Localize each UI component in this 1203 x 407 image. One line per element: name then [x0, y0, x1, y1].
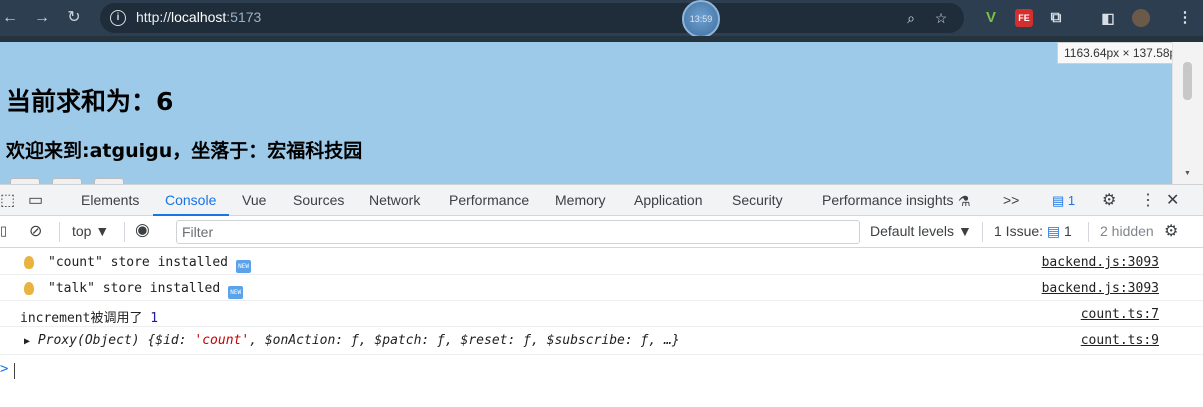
- toolbar-separator: [982, 222, 983, 242]
- context-label: top: [72, 223, 92, 239]
- log-message: "talk" store installed: [48, 281, 221, 296]
- console-filter-input[interactable]: [176, 220, 860, 244]
- close-devtools-icon[interactable]: ✕: [1166, 191, 1179, 211]
- vue-devtools-extension-icon[interactable]: V: [982, 9, 1000, 27]
- device-toolbar-icon[interactable]: ▭: [28, 191, 43, 211]
- tab-security[interactable]: Security: [732, 192, 783, 208]
- messages-badge[interactable]: ▤ 1: [1052, 193, 1075, 209]
- proxy-id-value: 'count': [194, 333, 250, 348]
- tab-network[interactable]: Network: [369, 192, 420, 208]
- issues-count: 1: [1064, 223, 1072, 239]
- issues-label: 1 Issue:: [994, 223, 1044, 239]
- log-levels-label: Default levels: [870, 223, 955, 239]
- log-value: 1: [150, 311, 159, 326]
- proxy-label: Proxy(Object): [37, 333, 140, 348]
- forward-icon[interactable]: →: [32, 8, 52, 28]
- new-badge-icon: NEW: [228, 286, 244, 299]
- page-viewport: 当前求和为：6 欢迎来到:atguigu，坐落于：宏福科技园: [0, 42, 1172, 184]
- expand-triangle-icon[interactable]: ▶: [24, 336, 30, 347]
- reload-icon[interactable]: ↻: [64, 8, 84, 28]
- console-log-row: "talk" store installed NEW backend.js:309…: [0, 275, 1203, 301]
- console-input-caret[interactable]: [14, 363, 15, 379]
- context-selector[interactable]: top ▼: [72, 223, 109, 239]
- console-settings-gear-icon[interactable]: ⚙: [1164, 221, 1178, 241]
- page-scrollbar[interactable]: ▼: [1172, 42, 1203, 184]
- inspect-element-icon[interactable]: ⬚: [0, 191, 15, 211]
- tab-vue[interactable]: Vue: [242, 192, 266, 208]
- console-prompt-icon: >: [0, 361, 9, 377]
- console-output: "count" store installed NEW backend.js:30…: [0, 249, 1203, 407]
- clock-badge: 13:59: [682, 0, 720, 38]
- scrollbar-thumb[interactable]: [1183, 62, 1192, 100]
- log-levels-dropdown[interactable]: Default levels ▼: [870, 223, 972, 239]
- address-bar[interactable]: i http://localhost:5173 ⌕ ☆: [100, 3, 964, 33]
- side-panel-icon[interactable]: ◧: [1099, 9, 1117, 27]
- issue-icon: ▤: [1046, 223, 1061, 239]
- log-source-link[interactable]: count.ts:7: [1081, 307, 1159, 322]
- console-log-row[interactable]: ▶ Proxy(Object) {$id: 'count', $onAction…: [0, 327, 1203, 355]
- site-info-icon[interactable]: i: [110, 10, 126, 26]
- log-message: increment被调用了: [20, 311, 143, 326]
- devtools-tab-bar: ⬚ ▭ Elements Console Vue Sources Network…: [0, 184, 1203, 216]
- message-count: 1: [1067, 193, 1076, 208]
- extensions-puzzle-icon[interactable]: ⧉: [1047, 9, 1065, 27]
- pinia-pineapple-icon: [24, 282, 34, 295]
- dropdown-arrow-icon: ▼: [957, 223, 972, 239]
- toolbar-separator: [1088, 222, 1089, 242]
- hidden-messages-count: 2 hidden: [1100, 223, 1154, 239]
- clear-console-icon[interactable]: ⊘: [29, 221, 42, 241]
- tab-memory[interactable]: Memory: [555, 192, 606, 208]
- sidebar-toggle-icon[interactable]: ▯: [0, 223, 7, 239]
- url-text[interactable]: http://localhost:5173: [136, 9, 261, 25]
- bookmark-star-icon[interactable]: ☆: [932, 9, 950, 27]
- experiment-flask-icon: ⚗: [958, 193, 971, 209]
- tab-elements[interactable]: Elements: [81, 192, 139, 208]
- tab-application[interactable]: Application: [634, 192, 703, 208]
- toolbar-separator: [59, 222, 60, 242]
- settings-gear-icon[interactable]: ⚙: [1102, 191, 1116, 211]
- profile-avatar[interactable]: [1132, 9, 1150, 27]
- message-icon: ▤: [1052, 193, 1065, 208]
- proxy-body-rest: , $onAction: ƒ, $patch: ƒ, $reset: ƒ, $s…: [249, 333, 680, 348]
- devtools-menu-icon[interactable]: ⋮: [1140, 191, 1156, 211]
- zoom-icon[interactable]: ⌕: [902, 9, 920, 27]
- live-expression-eye-icon[interactable]: ◉: [135, 220, 150, 240]
- log-source-link[interactable]: backend.js:3093: [1042, 255, 1159, 270]
- proxy-body: {$id:: [147, 333, 195, 348]
- sum-heading: 当前求和为：6: [6, 87, 174, 116]
- welcome-heading: 欢迎来到:atguigu，坐落于：宏福科技园: [6, 140, 363, 162]
- menu-kebab-icon[interactable]: ⋮: [1176, 9, 1194, 27]
- log-source-link[interactable]: backend.js:3093: [1042, 281, 1159, 296]
- log-source-link[interactable]: count.ts:9: [1081, 333, 1159, 348]
- back-icon[interactable]: ←: [0, 8, 20, 28]
- issues-counter[interactable]: 1 Issue: ▤ 1: [994, 223, 1072, 240]
- pinia-pineapple-icon: [24, 256, 34, 269]
- tab-console[interactable]: Console: [165, 192, 216, 208]
- dropdown-arrow-icon: ▼: [95, 223, 110, 239]
- tab-performance-insights[interactable]: Performance insights: [822, 192, 954, 208]
- console-log-row: increment被调用了 1 count.ts:7: [0, 301, 1203, 327]
- browser-toolbar: ← → ↻ i http://localhost:5173 ⌕ ☆ 13:59 …: [0, 0, 1203, 38]
- console-toolbar: ▯ ⊘ top ▼ ◉ Default levels ▼ 1 Issue: ▤ …: [0, 216, 1203, 248]
- scroll-down-icon[interactable]: ▼: [1184, 170, 1191, 177]
- more-tabs-button[interactable]: >>: [1003, 192, 1019, 208]
- tab-performance[interactable]: Performance: [449, 192, 529, 208]
- toolbar-separator: [124, 222, 125, 242]
- console-log-row: "count" store installed NEW backend.js:30…: [0, 249, 1203, 275]
- tab-sources[interactable]: Sources: [293, 192, 344, 208]
- log-message: "count" store installed: [48, 255, 229, 270]
- fe-helper-extension-icon[interactable]: FE: [1015, 9, 1033, 27]
- new-badge-icon: NEW: [236, 260, 252, 273]
